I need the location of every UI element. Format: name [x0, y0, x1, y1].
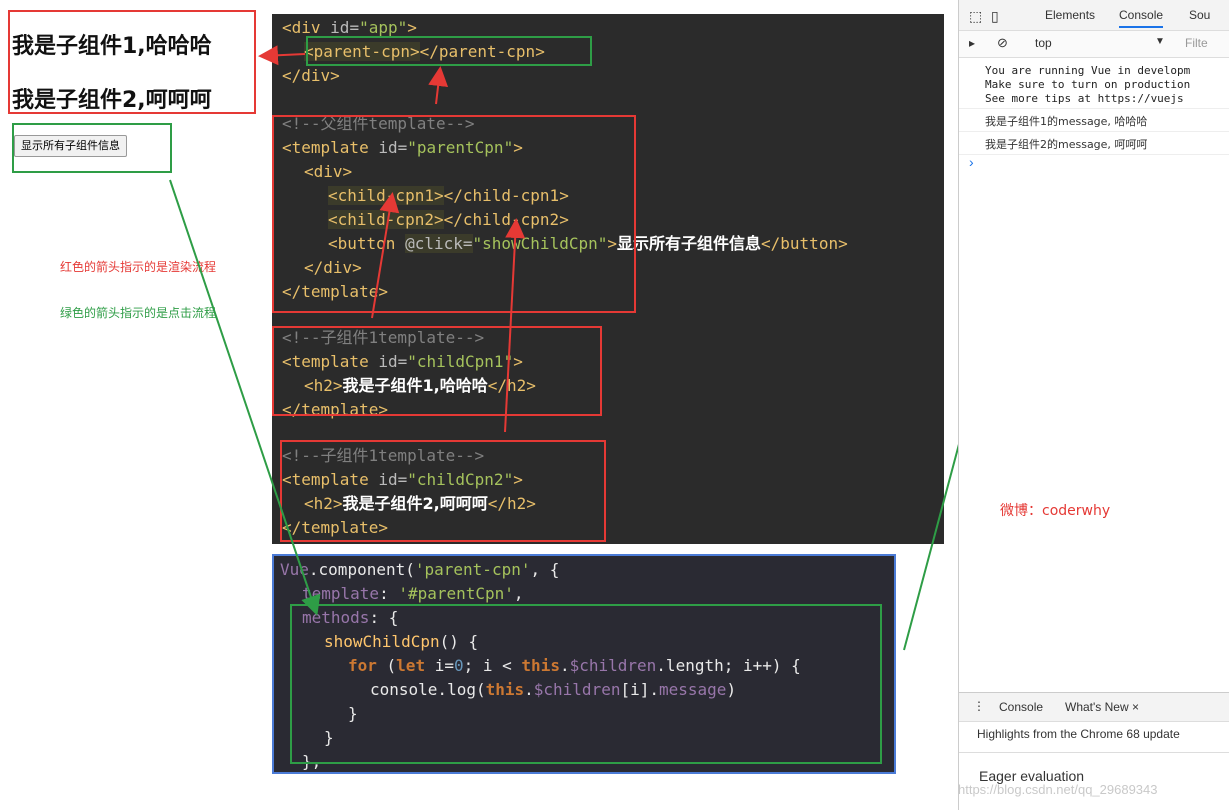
device-toggle-icon[interactable]: ▯ [991, 8, 999, 25]
devtools-tab-bar: ⬚ ▯ Elements Console Sou [959, 0, 1229, 31]
drawer-tab-whats-new[interactable]: What's New × [1065, 700, 1139, 714]
vue-dev-warning: You are running Vue in developm Make sur… [985, 64, 1191, 105]
red-arrow-4 [504, 218, 526, 433]
inspect-icon[interactable]: ⬚ [969, 8, 982, 25]
context-selector[interactable]: top [1035, 36, 1052, 50]
drawer-menu-icon[interactable]: ⋮ [973, 699, 985, 713]
red-arrow-3 [371, 192, 400, 319]
devtools-panel: ⬚ ▯ Elements Console Sou ▸ ⊘ top ▼ Filte… [958, 0, 1229, 810]
red-arrow-2 [428, 66, 449, 105]
console-log-row: 我是子组件1的message, 哈哈哈 [959, 108, 1229, 132]
green-arrow-1 [169, 179, 321, 616]
console-toolbar: ▸ ⊘ top ▼ Filte [959, 31, 1229, 58]
weibo-note: 微博：coderwhy [1000, 503, 1111, 519]
whats-new-highlights: Highlights from the Chrome 68 update [977, 727, 1180, 741]
filter-input[interactable]: Filte [1185, 36, 1208, 50]
tab-sources[interactable]: Sou [1189, 8, 1210, 22]
clear-console-icon[interactable]: ⊘ [997, 35, 1008, 51]
console-log-row: 我是子组件2的message, 呵呵呵 [959, 132, 1229, 155]
drawer-tab-bar: ⋮ Console What's New × [959, 692, 1229, 722]
sidebar-toggle-icon[interactable]: ▸ [969, 36, 975, 50]
watermark: https://blog.csdn.net/qq_29689343 [958, 782, 1158, 797]
red-arrow-1 [258, 45, 306, 66]
tab-elements[interactable]: Elements [1045, 8, 1095, 22]
console-prompt-icon[interactable]: › [969, 154, 974, 170]
drawer-tab-console[interactable]: Console [999, 700, 1043, 714]
tab-console[interactable]: Console [1119, 8, 1164, 28]
chevron-down-icon[interactable]: ▼ [1155, 36, 1165, 47]
